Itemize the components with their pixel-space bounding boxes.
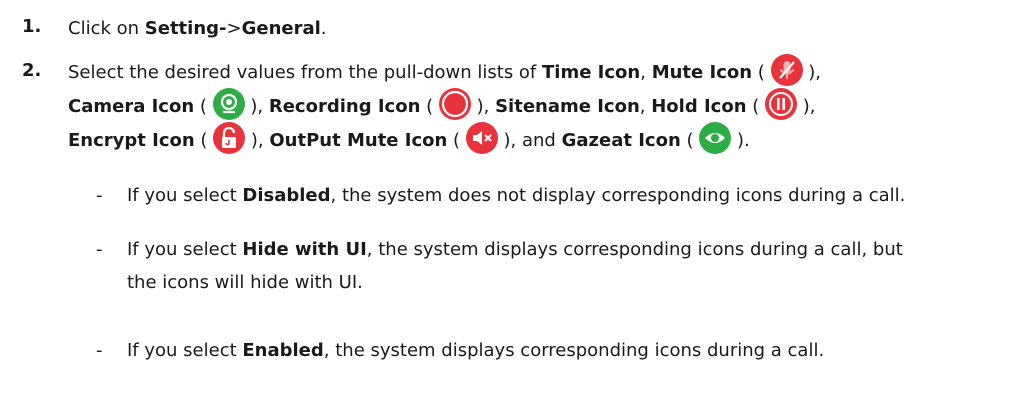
general-label: General (241, 18, 321, 39)
step-1-text: Click on Setting->General. (68, 18, 327, 39)
speaker-muted-icon (465, 122, 498, 154)
recording-icon (438, 88, 471, 120)
bullet-text: If you select Disabled, the system does … (127, 185, 906, 206)
step-number: 1. (22, 16, 42, 37)
bullet-dash: - (96, 340, 103, 361)
setting-label: Setting- (144, 18, 227, 39)
step-2-line-1: Select the desired values from the pull-… (68, 54, 821, 86)
eye-icon (699, 122, 732, 154)
step-2-line-2: Camera Icon ( ), Recording Icon ( ), Sit… (68, 88, 816, 120)
bullet-text: If you select Hide with UI, the system d… (127, 239, 903, 260)
unlocked-icon (213, 122, 246, 154)
hold-icon (765, 88, 798, 120)
bullet-continuation: the icons will hide with UI. (127, 272, 363, 293)
bullet-dash: - (96, 185, 103, 206)
camera-icon (212, 88, 245, 120)
mic-muted-icon (770, 54, 803, 86)
step-number: 2. (22, 60, 42, 81)
bullet-dash: - (96, 239, 103, 260)
bullet-text: If you select Enabled, the system displa… (127, 340, 825, 361)
step-2-line-3: Encrypt Icon ( ), OutPut Mute Icon ( ), … (68, 122, 750, 154)
